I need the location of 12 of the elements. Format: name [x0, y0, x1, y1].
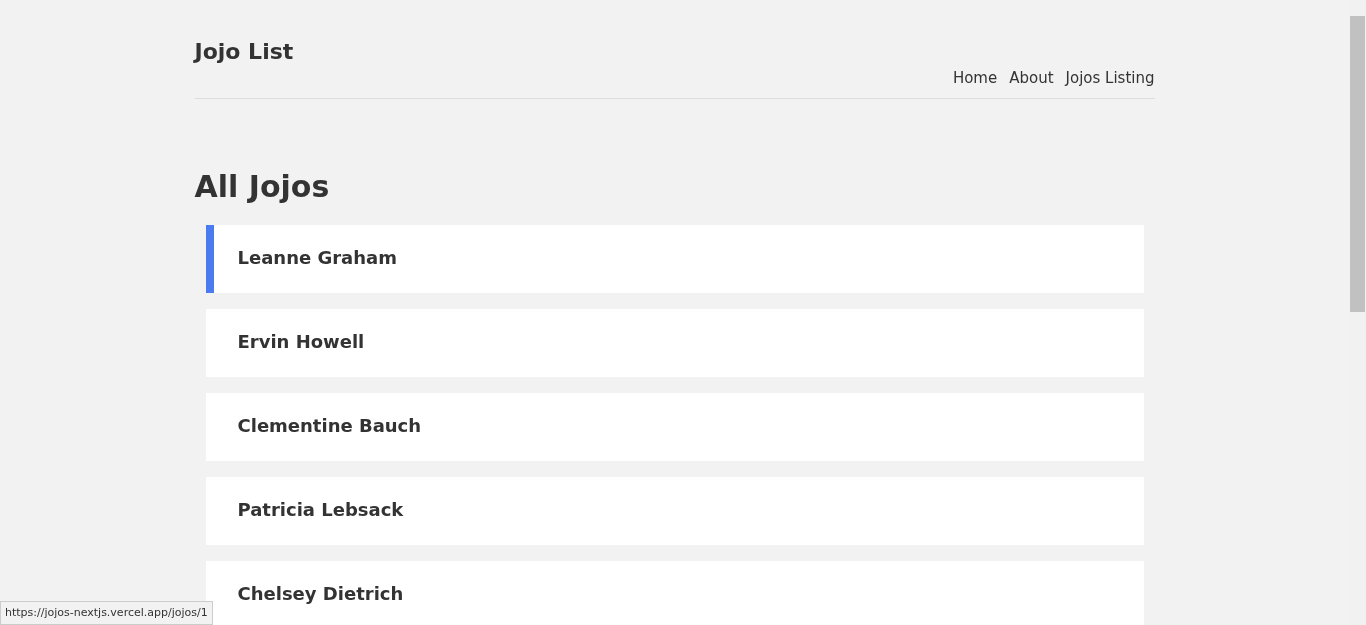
nav-link[interactable]: Home — [952, 68, 998, 88]
jojo-card[interactable]: Ervin Howell — [205, 309, 1144, 377]
nav-link[interactable]: Jojos Listing — [1065, 68, 1155, 88]
status-bar-url: https://jojos-nextjs.vercel.app/jojos/1 — [0, 600, 213, 625]
page-heading: All Jojos — [194, 168, 331, 206]
jojo-card[interactable]: Patricia Lebsack — [205, 477, 1144, 545]
jojo-card[interactable]: Leanne Graham — [205, 225, 1144, 293]
jojo-card[interactable]: Chelsey Dietrich — [205, 561, 1144, 625]
scrollbar-thumb[interactable] — [1350, 16, 1365, 312]
jojo-card[interactable]: Clementine Bauch — [205, 393, 1144, 461]
nav-link[interactable]: About — [1009, 68, 1054, 88]
site-title: Jojo List — [194, 38, 294, 66]
